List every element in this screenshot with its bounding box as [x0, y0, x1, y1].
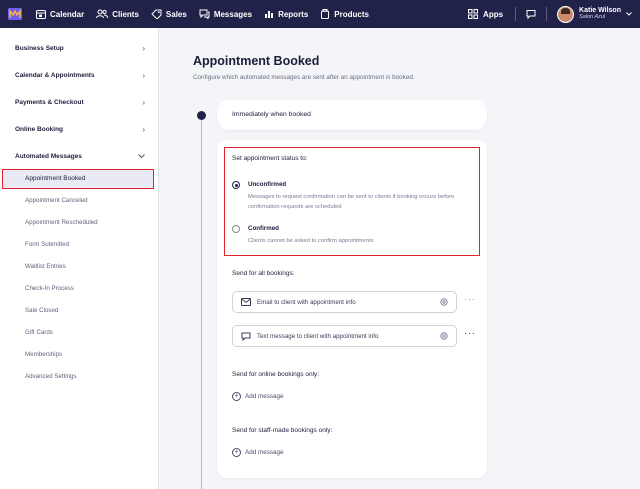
- radio-unconfirmed[interactable]: [232, 181, 240, 189]
- timeline-dot: [197, 111, 206, 120]
- top-nav: Calendar Clients Sales Messages Reports …: [0, 0, 640, 28]
- sidebar-item-advanced-settings[interactable]: Advanced Settings: [25, 371, 77, 383]
- nav-reports[interactable]: Reports: [258, 0, 314, 28]
- chevron-right-icon: ›: [142, 43, 145, 53]
- nav-reports-label: Reports: [278, 9, 309, 19]
- page-title: Appointment Booked: [193, 54, 320, 68]
- sidebar-section-automated-messages[interactable]: Automated Messages: [15, 150, 145, 162]
- sidebar-item-form-submitted[interactable]: Form Submitted: [25, 239, 69, 251]
- sidebar-section-payments-checkout[interactable]: Payments & Checkout ›: [15, 96, 145, 108]
- all-bookings-label: Send for all bookings:: [232, 270, 295, 277]
- nav-messages-label: Messages: [213, 9, 253, 19]
- user-menu[interactable]: Katie Wilson Salon Azul: [551, 5, 640, 23]
- plus-icon: +: [232, 448, 241, 457]
- app-logo[interactable]: [0, 0, 30, 28]
- nav-products-label: Products: [334, 9, 369, 19]
- nav-products[interactable]: Products: [314, 0, 375, 28]
- nav-calendar-label: Calendar: [50, 9, 85, 19]
- nav-messages[interactable]: Messages: [193, 0, 258, 28]
- add-staff-message-button[interactable]: + Add message: [232, 448, 284, 457]
- calendar-icon: [36, 10, 46, 19]
- sidebar-section-online-booking[interactable]: Online Booking ›: [15, 123, 145, 135]
- chat-button[interactable]: [520, 9, 542, 19]
- chat-bubble-icon: [241, 332, 251, 341]
- settings-icon[interactable]: [440, 332, 448, 340]
- plus-icon: +: [232, 392, 241, 401]
- nav-divider: [515, 7, 517, 21]
- sidebar-item-appointment-rescheduled[interactable]: Appointment Rescheduled: [25, 217, 98, 229]
- chat-icon: [526, 10, 536, 19]
- apps-label: Apps: [483, 9, 504, 19]
- reports-icon: [265, 11, 274, 18]
- chevron-down-icon: [626, 12, 632, 16]
- sidebar-item-gift-cards[interactable]: Gift Cards: [25, 327, 53, 339]
- sidebar-section-calendar-appointments[interactable]: Calendar & Appointments ›: [15, 69, 145, 81]
- sidebar-section-label: Payments & Checkout: [15, 98, 84, 106]
- page-subtitle: Configure which automated messages are s…: [193, 74, 415, 81]
- products-icon: [321, 9, 330, 19]
- option-confirmed-title: Confirmed: [248, 225, 279, 232]
- sidebar-section-business-setup[interactable]: Business Setup ›: [15, 42, 145, 54]
- avatar: [557, 5, 575, 23]
- radio-confirmed[interactable]: [232, 225, 240, 233]
- chevron-right-icon: ›: [142, 124, 145, 134]
- online-bookings-label: Send for online bookings only:: [232, 371, 320, 378]
- option-unconfirmed-desc: Messages to request confirmation can be …: [248, 194, 455, 210]
- nav-clients-label: Clients: [112, 9, 139, 19]
- chevron-right-icon: ›: [142, 70, 145, 80]
- chevron-right-icon: ›: [142, 97, 145, 107]
- staff-bookings-label: Send for staff-made bookings only:: [232, 427, 333, 434]
- chevron-down-icon: [138, 153, 145, 158]
- clients-icon: [96, 9, 109, 19]
- nav-sales-label: Sales: [165, 9, 187, 19]
- sidebar-section-label: Calendar & Appointments: [15, 71, 95, 79]
- sidebar-item-check-in-process[interactable]: Check-In Process: [25, 283, 74, 295]
- settings-icon[interactable]: [440, 298, 448, 306]
- text-more-icon[interactable]: ···: [464, 328, 476, 339]
- text-message-row[interactable]: Text message to client with appointment …: [232, 325, 457, 347]
- mail-icon: [241, 298, 251, 306]
- settings-sidebar: Business Setup › Calendar & Appointments ›…: [0, 28, 159, 489]
- tag-icon: [151, 9, 162, 19]
- timeline-line: [201, 115, 202, 489]
- sidebar-section-label: Automated Messages: [15, 152, 82, 160]
- email-message-label: Email to client with appointment info: [257, 298, 356, 306]
- status-label: Set appointment status to:: [232, 155, 308, 162]
- nav-calendar[interactable]: Calendar: [30, 0, 90, 28]
- add-online-message-button[interactable]: + Add message: [232, 392, 284, 401]
- nav-sales[interactable]: Sales: [145, 0, 193, 28]
- nav-divider-2: [546, 7, 548, 21]
- apps-button[interactable]: Apps: [460, 9, 511, 19]
- logo-icon: [8, 8, 22, 20]
- add-message-label: Add message: [245, 393, 284, 400]
- option-unconfirmed-title: Unconfirmed: [248, 181, 287, 188]
- email-message-row[interactable]: Email to client with appointment info: [232, 291, 457, 313]
- sidebar-section-label: Business Setup: [15, 44, 64, 52]
- messages-icon: [199, 9, 210, 19]
- main-content: Appointment Booked Configure which autom…: [160, 28, 640, 489]
- user-salon: Salon Azul: [579, 13, 606, 20]
- email-more-icon[interactable]: ···: [464, 294, 476, 305]
- sidebar-item-sale-closed[interactable]: Sale Closed: [25, 305, 58, 317]
- sidebar-item-waitlist-entries[interactable]: Waitlist Entries: [25, 261, 66, 273]
- add-message-label: Add message: [245, 449, 284, 456]
- option-confirmed-desc: Clients cannot be asked to confirm appoi…: [248, 238, 374, 244]
- text-message-label: Text message to client with appointment …: [257, 332, 379, 340]
- sidebar-section-label: Online Booking: [15, 125, 64, 133]
- trigger-card: Immediately when booked: [217, 100, 487, 130]
- sidebar-item-memberships[interactable]: Memberships: [25, 349, 62, 361]
- sidebar-item-appointment-booked[interactable]: Appointment Booked: [2, 169, 154, 189]
- grid-icon: [468, 9, 479, 19]
- sidebar-item-appointment-canceled[interactable]: Appointment Canceled: [25, 195, 88, 207]
- nav-clients[interactable]: Clients: [90, 0, 145, 28]
